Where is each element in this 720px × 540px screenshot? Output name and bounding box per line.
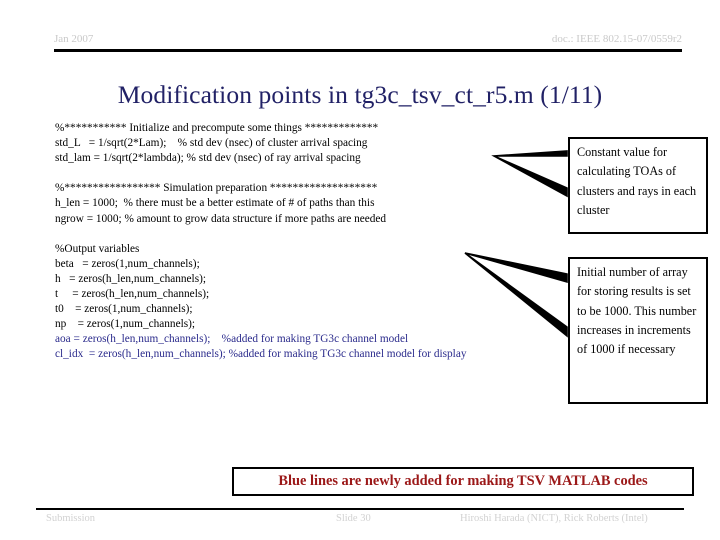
matlab-code-block: %*********** Initialize and precompute s… <box>55 121 615 363</box>
slide-canvas: Jan 2007 doc.: IEEE 802.15-07/0559r2 Mod… <box>0 0 720 540</box>
blue-lines-note-text: Blue lines are newly added for making TS… <box>278 473 648 489</box>
footer-submission-label: Submission <box>46 513 96 524</box>
code-line: np = zeros(1,num_channels); <box>55 318 196 331</box>
header-date: Jan 2007 <box>54 33 94 45</box>
code-line: ngrow = 1000; % amount to grow data stru… <box>55 212 387 225</box>
footer-divider-rule <box>36 508 684 510</box>
code-line: %***************** Simulation preparatio… <box>55 182 378 195</box>
code-line: h = zeros(h_len,num_channels); <box>55 272 206 285</box>
callout-box-constant-value: Constant value for calculating TOAs of c… <box>568 137 708 234</box>
code-line: beta = zeros(1,num_channels); <box>55 257 200 270</box>
code-line: t0 = zeros(1,num_channels); <box>55 303 193 316</box>
footer-slide-number: Slide 30 <box>336 513 371 524</box>
code-line: %*********** Initialize and precompute s… <box>55 122 379 134</box>
code-line: h_len = 1000; % there must be a better e… <box>55 197 375 210</box>
code-line: aoa = zeros(h_len,num_channels); %added … <box>55 333 409 346</box>
callout-box-initial-array-size: Initial number of array for storing resu… <box>568 257 708 404</box>
header-document-number: doc.: IEEE 802.15-07/0559r2 <box>551 33 682 45</box>
footer-authors: Hiroshi Harada (NICT), Rick Roberts (Int… <box>460 513 648 524</box>
code-line: cl_idx = zeros(h_len,num_channels); %add… <box>55 348 467 361</box>
header-divider-rule <box>54 49 682 52</box>
code-line: t = zeros(h_len,num_channels); <box>55 288 210 301</box>
page-title: Modification points in tg3c_tsv_ct_r5.m … <box>117 80 603 109</box>
blue-lines-note-banner: Blue lines are newly added for making TS… <box>232 467 694 496</box>
code-line: std_L = 1/sqrt(2*Lam); % std dev (nsec) … <box>55 137 368 150</box>
code-line: %Output variables <box>55 242 140 255</box>
code-line: std_lam = 1/sqrt(2*lambda); % std dev (n… <box>55 152 361 165</box>
